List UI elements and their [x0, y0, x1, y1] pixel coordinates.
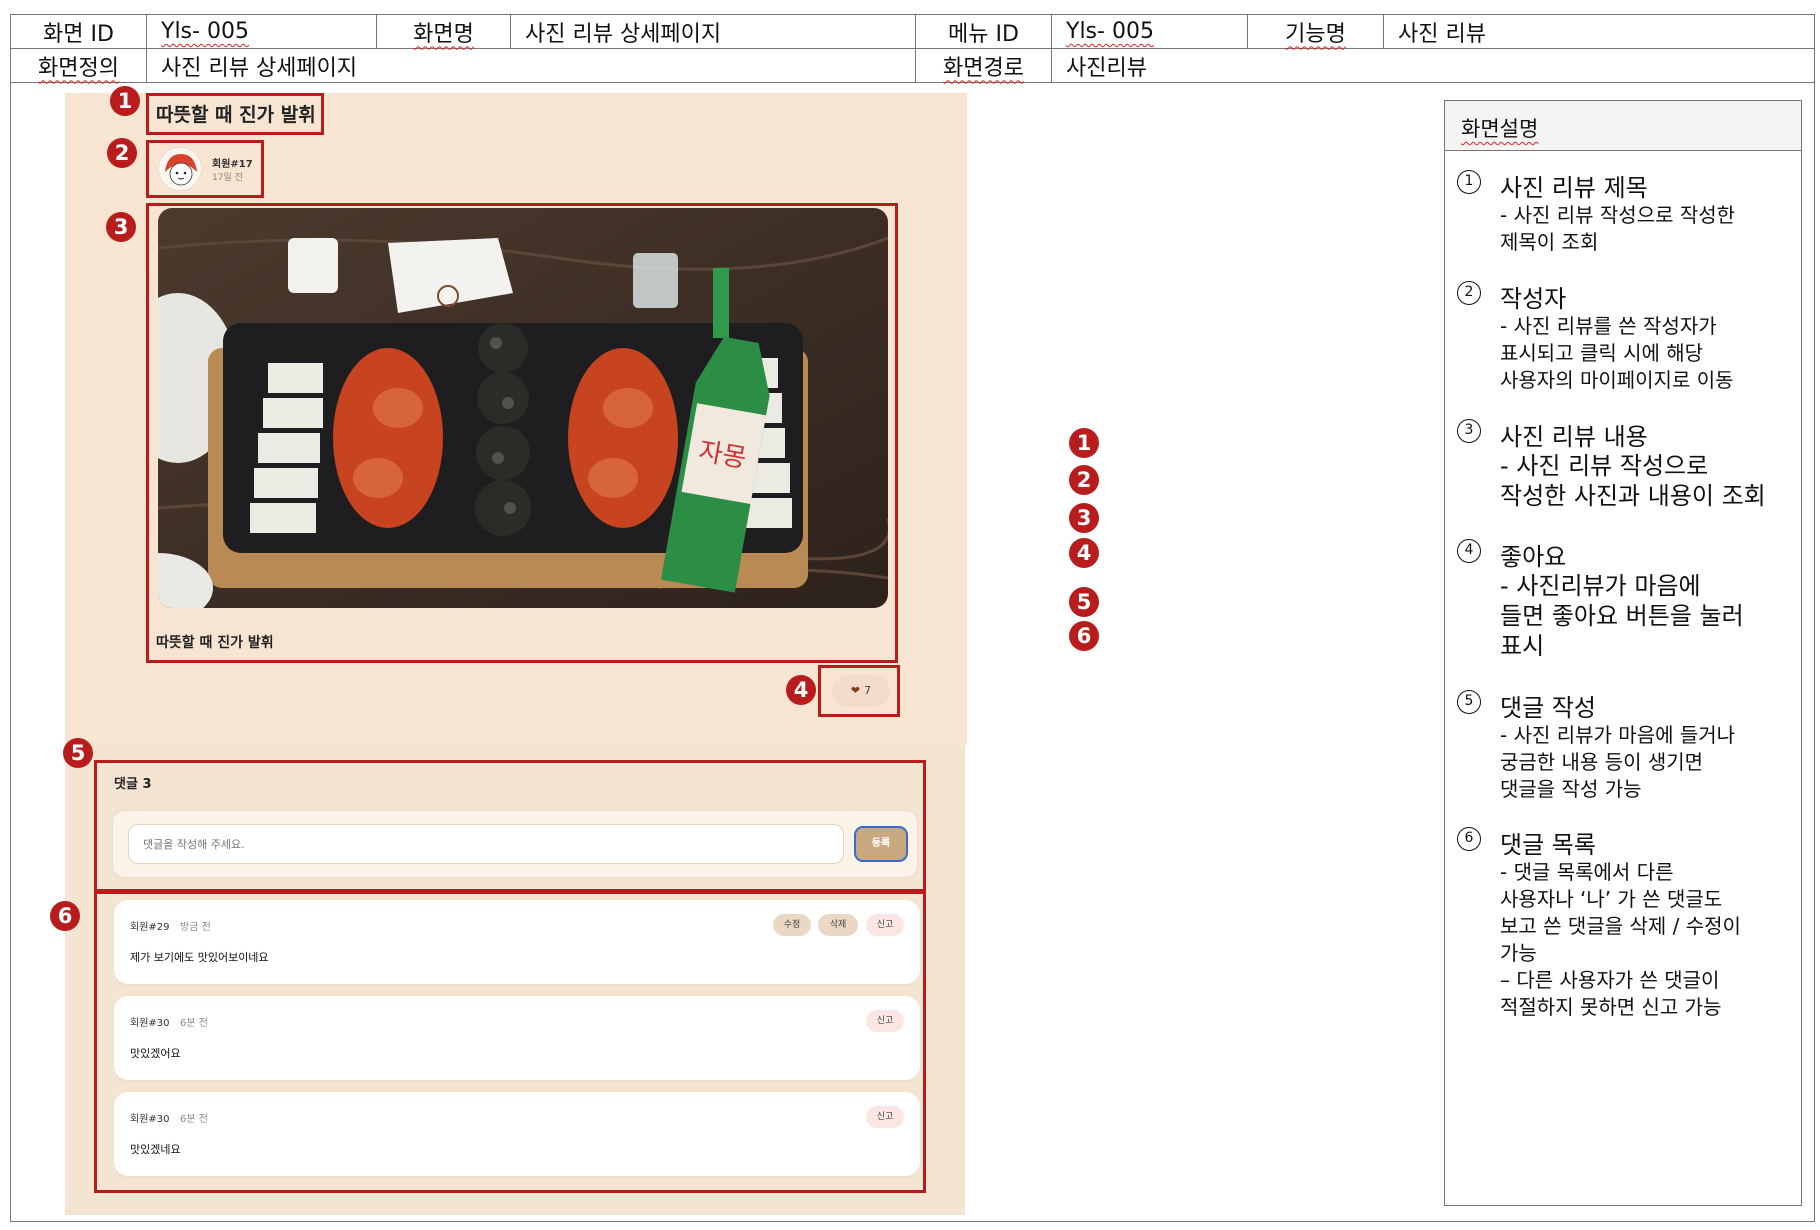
- comment-count: 댓글 3: [114, 777, 152, 792]
- path-label: 화면경로: [915, 48, 1052, 83]
- description-heading: 화면설명: [1445, 101, 1801, 151]
- comment-item: 회원#29 방금 전 수정 삭제 신고 제가 보기에도 맛있어보이네요: [114, 900, 920, 984]
- legend-marker-1: 1: [1069, 428, 1099, 458]
- description-title: 댓글 작성: [1500, 694, 1596, 722]
- comment-report-button[interactable]: 신고: [866, 1106, 904, 1128]
- spec-header-table: 화면 ID Yls- 005 화면명 사진 리뷰 상세페이지 메뉴 ID Yls…: [10, 14, 1815, 83]
- description-body: - 사진 리뷰 작성으로 작성한 사진과 내용이 조회: [1500, 452, 1766, 510]
- description-number: 3: [1457, 419, 1481, 443]
- screen-id-label: 화면 ID: [10, 14, 147, 49]
- legend-marker-5: 5: [1069, 587, 1099, 617]
- annotation-marker-2: 2: [107, 138, 137, 168]
- description-title: 좋아요: [1500, 543, 1567, 571]
- annotation-marker-4: 4: [786, 675, 816, 705]
- legend-marker-3: 3: [1069, 503, 1099, 533]
- path-value: 사진리뷰: [1051, 48, 1815, 83]
- description-title: 사진 리뷰 제목: [1500, 174, 1648, 202]
- description-number: 1: [1457, 170, 1481, 194]
- menu-id-label: 메뉴 ID: [915, 14, 1052, 49]
- screen-name-value: 사진 리뷰 상세페이지: [510, 14, 916, 49]
- screen-name-label: 화면명: [376, 14, 511, 49]
- description-number: 2: [1457, 281, 1481, 305]
- comment-report-button[interactable]: 신고: [866, 1010, 904, 1032]
- comment-text: 제가 보기에도 맛있어보이네요: [130, 951, 269, 964]
- author-name[interactable]: 회원#17: [212, 155, 253, 170]
- comment-text: 맛있겠어요: [130, 1047, 181, 1060]
- review-photo: 자몽: [158, 208, 888, 608]
- description-number: 4: [1457, 539, 1481, 563]
- comment-author[interactable]: 회원#30: [130, 1014, 170, 1029]
- description-title: 작성자: [1500, 285, 1567, 313]
- comment-time: 6분 전: [180, 1114, 208, 1125]
- comment-item: 회원#30 6분 전 신고 맛있겠어요: [114, 996, 920, 1080]
- screen-description-panel: 화면설명 1 사진 리뷰 제목 - 사진 리뷰 작성으로 작성한 제목이 조회 …: [1444, 100, 1802, 1206]
- review-title: 따뜻할 때 진가 발휘: [156, 104, 316, 126]
- screen-id-value: Yls- 005: [146, 14, 377, 49]
- legend-marker-2: 2: [1069, 465, 1099, 495]
- description-number: 6: [1457, 827, 1481, 851]
- definition-label: 화면정의: [10, 48, 147, 83]
- description-body: - 사진 리뷰 작성으로 작성한 제목이 조회: [1500, 203, 1736, 254]
- comment-delete-button[interactable]: 삭제: [818, 914, 858, 936]
- description-body: - 사진리뷰가 마음에 들면 좋아요 버튼을 눌러 표시: [1500, 572, 1744, 660]
- description-body: - 사진 리뷰가 마음에 들거나 궁금한 내용 등이 생기면 댓글을 작성 가능: [1500, 723, 1736, 801]
- comment-edit-button[interactable]: 수정: [773, 914, 811, 936]
- comment-author[interactable]: 회원#30: [130, 1110, 170, 1125]
- avatar-icon: [159, 148, 201, 190]
- like-count: 7: [864, 684, 872, 697]
- description-title: 사진 리뷰 내용: [1500, 423, 1648, 451]
- comment-text: 맛있겠네요: [130, 1143, 181, 1156]
- description-number: 5: [1457, 690, 1481, 714]
- review-time: 17일 전: [212, 173, 243, 183]
- heart-icon: ❤: [850, 684, 861, 697]
- comment-submit-button[interactable]: 등록: [854, 826, 908, 862]
- food-photo-image: 자몽: [158, 208, 888, 608]
- function-label: 기능명: [1247, 14, 1384, 49]
- annotation-marker-5: 5: [63, 738, 93, 768]
- comment-time: 6분 전: [180, 1018, 208, 1029]
- annotation-marker-3: 3: [106, 212, 136, 242]
- review-content-text: 따뜻할 때 진가 발휘: [156, 635, 274, 651]
- comment-author[interactable]: 회원#29: [130, 918, 170, 933]
- description-body: - 사진 리뷰를 쓴 작성자가 표시되고 클릭 시에 해당 사용자의 마이페이지…: [1500, 314, 1734, 392]
- legend-marker-4: 4: [1069, 538, 1099, 568]
- like-button[interactable]: ❤ 7: [832, 675, 890, 707]
- legend-marker-6: 6: [1069, 621, 1099, 651]
- menu-id-value: Yls- 005: [1051, 14, 1248, 49]
- annotation-marker-6: 6: [50, 901, 80, 931]
- annotation-marker-1: 1: [110, 86, 140, 116]
- comment-time: 방금 전: [180, 922, 211, 933]
- description-body: - 댓글 목록에서 다른 사용자나 ‘나’ 가 쓴 댓글도 보고 쓴 댓글을 삭…: [1500, 860, 1741, 1019]
- description-title: 댓글 목록: [1500, 831, 1596, 859]
- author-avatar[interactable]: [158, 147, 202, 191]
- comment-item: 회원#30 6분 전 신고 맛있겠네요: [114, 1092, 920, 1176]
- comment-report-button[interactable]: 신고: [866, 914, 904, 936]
- definition-value: 사진 리뷰 상세페이지: [146, 48, 916, 83]
- comment-input[interactable]: [128, 824, 844, 864]
- function-value: 사진 리뷰: [1383, 14, 1815, 49]
